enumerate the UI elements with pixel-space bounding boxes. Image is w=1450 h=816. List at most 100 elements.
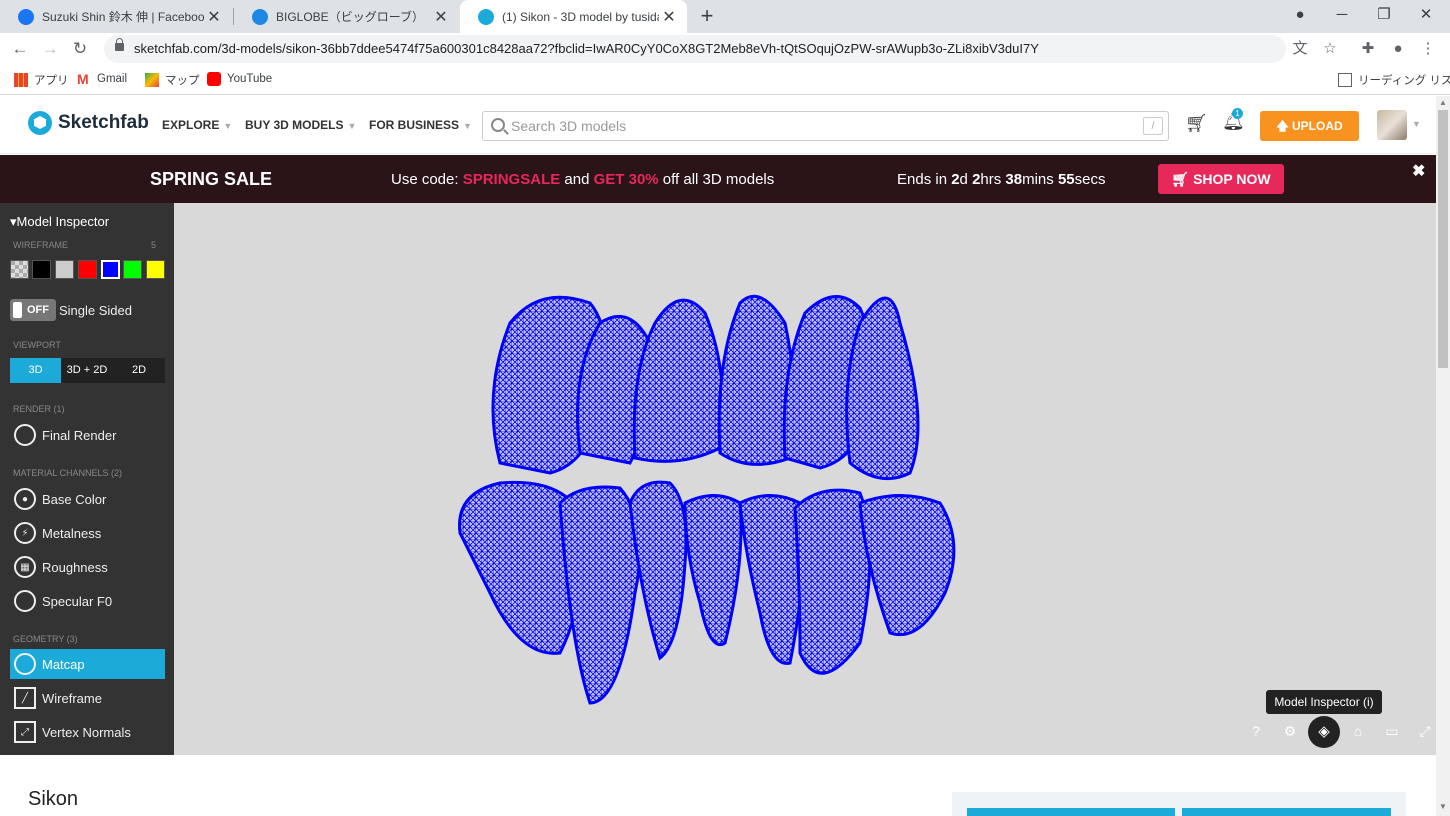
- youtube-icon: [207, 72, 221, 86]
- nav-explore[interactable]: EXPLORE ▼: [162, 118, 232, 132]
- countdown-unit: d: [959, 171, 973, 188]
- logo-icon: [28, 111, 52, 135]
- option-base-color[interactable]: ● Base Color: [10, 484, 165, 514]
- sketchfab-logo[interactable]: Sketchfab: [28, 111, 149, 135]
- logo-text: Sketchfab: [58, 112, 149, 133]
- option-specular-f0[interactable]: Specular F0: [10, 586, 165, 616]
- tab-sketchfab[interactable]: (1) Sikon - 3D model by tusidado ✕: [460, 0, 687, 33]
- translate-icon[interactable]: 文: [1288, 37, 1312, 61]
- gmail-icon: M: [77, 71, 89, 87]
- viewport-label: VIEWPORT: [13, 340, 61, 350]
- window-close-button[interactable]: ✕: [1406, 0, 1446, 33]
- option-label: Specular F0: [42, 593, 113, 609]
- swatch-yellow[interactable]: [146, 260, 165, 279]
- inspector-title[interactable]: ▾Model Inspector: [10, 214, 109, 230]
- swatch-red[interactable]: [78, 260, 97, 279]
- nav-for-business[interactable]: FOR BUSINESS ▼: [369, 118, 472, 132]
- notification-bell[interactable]: 🔔︎ 1: [1222, 108, 1245, 132]
- bookmarks-bar: アプリ M Gmail マップ YouTube リーディング リスト: [0, 65, 1450, 95]
- biglobe-icon: [252, 8, 268, 25]
- swatch-black[interactable]: [32, 260, 51, 279]
- reload-button[interactable]: ↻: [68, 37, 92, 61]
- nav-buy-3d-models[interactable]: BUY 3D MODELS ▼: [245, 118, 356, 132]
- bookmark-apps[interactable]: アプリ: [14, 72, 69, 88]
- browser-tab-strip: Suzuki Shin 鈴木 伸 | Facebook ✕ BIGLOBE（ビッ…: [0, 0, 1450, 33]
- reading-list[interactable]: リーディング リスト: [1338, 72, 1450, 88]
- bookmark-maps[interactable]: マップ: [145, 72, 200, 88]
- extensions-icon[interactable]: ✚: [1356, 37, 1380, 61]
- close-icon[interactable]: ✕: [431, 7, 451, 27]
- tab-facebook[interactable]: Suzuki Shin 鈴木 伸 | Facebook ✕: [0, 0, 232, 33]
- option-label: Roughness: [42, 559, 108, 575]
- help-icon[interactable]: ?: [1243, 723, 1269, 739]
- sale-text: off all 3D models: [658, 171, 775, 188]
- browser-menu-icon[interactable]: ⋮: [1416, 37, 1440, 61]
- avatar[interactable]: [1377, 110, 1407, 140]
- upload-button[interactable]: 🡅 UPLOAD: [1260, 111, 1359, 141]
- model-viewer[interactable]: ▾Model Inspector WIREFRAME 5 OFF Single …: [0, 203, 1436, 755]
- secondary-action-button[interactable]: [1182, 808, 1391, 816]
- cart-icon[interactable]: 🛒︎: [1185, 113, 1208, 134]
- scroll-down-arrow-icon[interactable]: ▼: [1439, 802, 1447, 811]
- maximize-button[interactable]: ❐: [1364, 0, 1404, 33]
- settings-gear-icon[interactable]: ⚙: [1277, 723, 1303, 740]
- notification-badge: 1: [1232, 108, 1243, 119]
- close-icon[interactable]: ✕: [204, 7, 224, 27]
- viewport-2d[interactable]: 2D: [113, 358, 165, 383]
- tab-label: (1) Sikon - 3D model by tusidado: [502, 9, 659, 24]
- primary-action-button[interactable]: [967, 808, 1175, 816]
- minimize-button[interactable]: ─: [1322, 0, 1362, 33]
- reading-list-label: リーディング リスト: [1358, 75, 1450, 87]
- page-scrollbar[interactable]: ▲ ▼: [1436, 96, 1450, 816]
- viewport-3d-2d[interactable]: 3D + 2D: [61, 358, 113, 383]
- search-input[interactable]: [511, 116, 1111, 136]
- address-bar[interactable]: sketchfab.com/3d-models/sikon-36bb7ddee5…: [104, 35, 1286, 63]
- option-vertex-normals[interactable]: ⤢ Vertex Normals: [10, 717, 165, 747]
- option-roughness[interactable]: ▦ Roughness: [10, 552, 165, 582]
- bookmark-gmail[interactable]: M Gmail: [77, 72, 127, 86]
- new-tab-button[interactable]: +: [695, 4, 719, 28]
- option-matcap[interactable]: Matcap: [10, 649, 165, 679]
- scroll-up-arrow-icon[interactable]: ▲: [1439, 98, 1447, 107]
- viewport-3d[interactable]: 3D: [10, 358, 61, 383]
- bookmark-label: Gmail: [97, 73, 128, 85]
- vr-icon[interactable]: ⌂: [1345, 723, 1371, 739]
- model-inspector-button[interactable]: ◈: [1308, 716, 1340, 748]
- matcap-icon: [14, 653, 36, 675]
- forward-button[interactable]: →: [38, 37, 62, 61]
- shop-now-button[interactable]: 🛒︎ SHOP NOW: [1158, 164, 1284, 194]
- swatch-transparent[interactable]: [10, 260, 29, 279]
- sale-text: and: [560, 171, 594, 188]
- browser-toolbar: ← → ↻ sketchfab.com/3d-models/sikon-36bb…: [0, 33, 1450, 65]
- embed-icon[interactable]: ▭: [1379, 723, 1405, 740]
- vertex-normals-icon: ⤢: [14, 721, 36, 743]
- option-label: Matcap: [42, 656, 85, 672]
- sale-title: SPRING SALE: [150, 169, 273, 189]
- option-wireframe[interactable]: ╱ Wireframe: [10, 683, 165, 713]
- search-icon: [491, 118, 505, 132]
- countdown-secs: 55: [1057, 171, 1075, 188]
- close-icon[interactable]: ✕: [659, 7, 679, 27]
- lower-teeth: [458, 480, 956, 705]
- option-label: Wireframe: [42, 690, 102, 706]
- scrollbar-thumb[interactable]: [1438, 110, 1448, 368]
- back-button[interactable]: ←: [8, 37, 32, 61]
- swatch-green[interactable]: [123, 260, 142, 279]
- teeth-wireframe-model[interactable]: [440, 263, 980, 723]
- option-final-render[interactable]: Final Render: [10, 420, 165, 450]
- close-banner-icon[interactable]: ✖: [1412, 161, 1425, 181]
- swatch-blue[interactable]: [101, 260, 120, 279]
- account-icon[interactable]: ●: [1386, 37, 1410, 61]
- chevron-down-icon[interactable]: ▼: [1412, 119, 1421, 129]
- tab-biglobe[interactable]: BIGLOBE（ビッグローブ） ✕: [234, 0, 459, 33]
- bookmark-star-icon[interactable]: ☆: [1318, 37, 1342, 61]
- fullscreen-icon[interactable]: ⤢: [1412, 723, 1438, 740]
- swatch-gray[interactable]: [55, 260, 74, 279]
- countdown-text: Ends in: [897, 171, 952, 188]
- bookmark-youtube[interactable]: YouTube: [207, 72, 272, 86]
- model-title: Sikon: [28, 788, 79, 810]
- profile-icon[interactable]: ●: [1280, 0, 1320, 33]
- option-metalness[interactable]: ⚡︎ Metalness: [10, 518, 165, 548]
- url-text[interactable]: sketchfab.com/3d-models/sikon-36bb7ddee5…: [134, 41, 1039, 56]
- single-sided-toggle[interactable]: OFF: [10, 299, 56, 321]
